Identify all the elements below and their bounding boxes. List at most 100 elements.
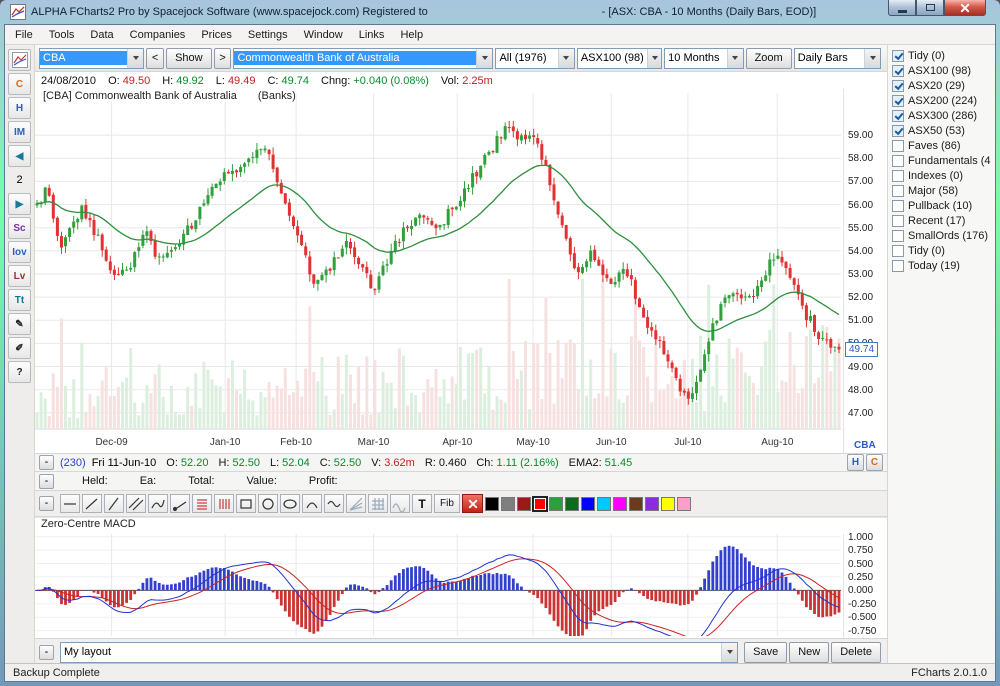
tool-ray-icon[interactable]: [170, 494, 190, 513]
tool-ellipse-icon[interactable]: [280, 494, 300, 513]
symbol-combobox[interactable]: CBA: [39, 47, 145, 69]
price-chart[interactable]: [CBA] Commonwealth Bank of Australia (Ba…: [35, 89, 887, 453]
symbol-input[interactable]: CBA: [40, 51, 128, 65]
prev-stock-icon[interactable]: ◀: [8, 145, 31, 167]
chevron-down-icon[interactable]: [127, 48, 144, 68]
group-value[interactable]: All (1976): [496, 51, 557, 65]
maximize-button[interactable]: [916, 0, 944, 16]
new-layout-button[interactable]: New: [789, 641, 830, 663]
next-stock-icon[interactable]: ▶: [8, 193, 31, 215]
tool-freehand-icon[interactable]: [148, 494, 168, 513]
tool-diag1-icon[interactable]: [82, 494, 102, 513]
levels-icon[interactable]: Lv: [8, 265, 31, 287]
macd-panel[interactable]: 1.000 0.750 0.500 0.250 0.000 -0.250 -0.500 -0.…: [35, 532, 887, 638]
watchlist-item[interactable]: ASX300 (286): [892, 108, 995, 123]
contracts-icon[interactable]: C: [8, 73, 31, 95]
menu-window[interactable]: Window: [296, 27, 351, 43]
menu-settings[interactable]: Settings: [240, 27, 296, 43]
color-swatch[interactable]: [565, 496, 579, 511]
indicators-icon[interactable]: Iov: [8, 241, 31, 263]
bar-type-combobox[interactable]: Daily Bars: [793, 47, 882, 69]
color-swatch[interactable]: [501, 496, 515, 511]
chevron-down-icon[interactable]: [864, 48, 881, 68]
macd-chart[interactable]: [35, 534, 841, 636]
watchlist-item[interactable]: Fundamentals (4: [892, 153, 995, 168]
group-combobox[interactable]: All (1976): [495, 47, 575, 69]
candlestick-chart[interactable]: [35, 89, 841, 435]
highlight-icon[interactable]: H: [8, 97, 31, 119]
tool-circle-icon[interactable]: [258, 494, 278, 513]
tool-delete-icon[interactable]: [462, 494, 483, 513]
watchlist-item[interactable]: Faves (86): [892, 138, 995, 153]
minimize-button[interactable]: [888, 0, 916, 16]
color-swatch[interactable]: [597, 496, 611, 511]
scanner-icon[interactable]: Sc: [8, 217, 31, 239]
draw-wand-icon[interactable]: ✐: [8, 337, 31, 359]
checkbox[interactable]: [892, 64, 904, 77]
checkbox[interactable]: [892, 49, 904, 62]
collapse-button[interactable]: -: [39, 644, 54, 660]
collapse-button[interactable]: -: [39, 496, 54, 511]
intraday-icon[interactable]: IM: [8, 121, 31, 143]
color-swatch[interactable]: [645, 496, 659, 511]
checkbox[interactable]: [892, 124, 904, 137]
menu-companies[interactable]: Companies: [122, 27, 194, 43]
tool-rect-icon[interactable]: [236, 494, 256, 513]
watchlist-item[interactable]: ASX200 (224): [892, 93, 995, 108]
watchlist-item[interactable]: Pullback (10): [892, 198, 995, 213]
checkbox[interactable]: [892, 199, 904, 212]
title-bar[interactable]: ALPHA FCharts2 Pro by Spacejock Software…: [4, 0, 996, 24]
watchlist-item[interactable]: Recent (17): [892, 213, 995, 228]
color-swatch[interactable]: [485, 496, 499, 511]
period-combobox[interactable]: 10 Months: [664, 47, 744, 69]
next-button[interactable]: >: [213, 47, 232, 69]
contracts-button[interactable]: C: [866, 454, 883, 471]
color-swatch[interactable]: [549, 496, 563, 511]
mini-chart-icon[interactable]: [8, 49, 31, 71]
menu-help[interactable]: Help: [392, 27, 431, 43]
pencil-icon[interactable]: ✎: [8, 313, 31, 335]
tool-text-icon[interactable]: T: [412, 494, 432, 513]
watchlist-item[interactable]: ASX100 (98): [892, 63, 995, 78]
watchlist-item[interactable]: Tidy (0): [892, 243, 995, 258]
tool-fibonacci-icon[interactable]: Fib: [434, 494, 460, 513]
tool-hline-icon[interactable]: [60, 494, 80, 513]
color-swatch[interactable]: [677, 496, 691, 511]
chevron-down-icon[interactable]: [646, 48, 662, 68]
checkbox[interactable]: [892, 184, 904, 197]
tool-grid-icon[interactable]: [368, 494, 388, 513]
checkbox[interactable]: [892, 154, 904, 167]
watchlist-item[interactable]: Indexes (0): [892, 168, 995, 183]
bar-type-value[interactable]: Daily Bars: [795, 51, 864, 65]
checkbox[interactable]: [892, 214, 904, 227]
tool-fan-icon[interactable]: [346, 494, 366, 513]
watchlist-item[interactable]: SmallOrds (176): [892, 228, 995, 243]
checkbox[interactable]: [892, 229, 904, 242]
collapse-button[interactable]: -: [39, 455, 54, 470]
watchlist-item[interactable]: Today (19): [892, 258, 995, 273]
layout-value[interactable]: My layout: [61, 645, 721, 659]
checkbox[interactable]: [892, 109, 904, 122]
menu-data[interactable]: Data: [82, 27, 121, 43]
layout-combobox[interactable]: My layout: [60, 641, 739, 663]
chevron-down-icon[interactable]: [726, 48, 743, 68]
save-layout-button[interactable]: Save: [744, 641, 788, 663]
tool-hatch-h-icon[interactable]: [192, 494, 212, 513]
menu-tools[interactable]: Tools: [41, 27, 83, 43]
menu-links[interactable]: Links: [351, 27, 393, 43]
index-combobox[interactable]: ASX100 (98): [576, 47, 663, 69]
period-value[interactable]: 10 Months: [665, 51, 726, 65]
tool-wave-icon[interactable]: [324, 494, 344, 513]
chevron-down-icon[interactable]: [557, 48, 574, 68]
zoom-button[interactable]: Zoom: [745, 47, 792, 69]
checkbox[interactable]: [892, 259, 904, 272]
menu-prices[interactable]: Prices: [193, 27, 240, 43]
text-notes-icon[interactable]: Tt: [8, 289, 31, 311]
checkbox[interactable]: [892, 139, 904, 152]
checkbox[interactable]: [892, 169, 904, 182]
chevron-down-icon[interactable]: [721, 642, 738, 662]
tool-arc-icon[interactable]: [302, 494, 322, 513]
chevron-down-icon[interactable]: [476, 48, 493, 68]
color-swatch[interactable]: [517, 496, 531, 511]
tool-ddouble-icon[interactable]: [126, 494, 146, 513]
